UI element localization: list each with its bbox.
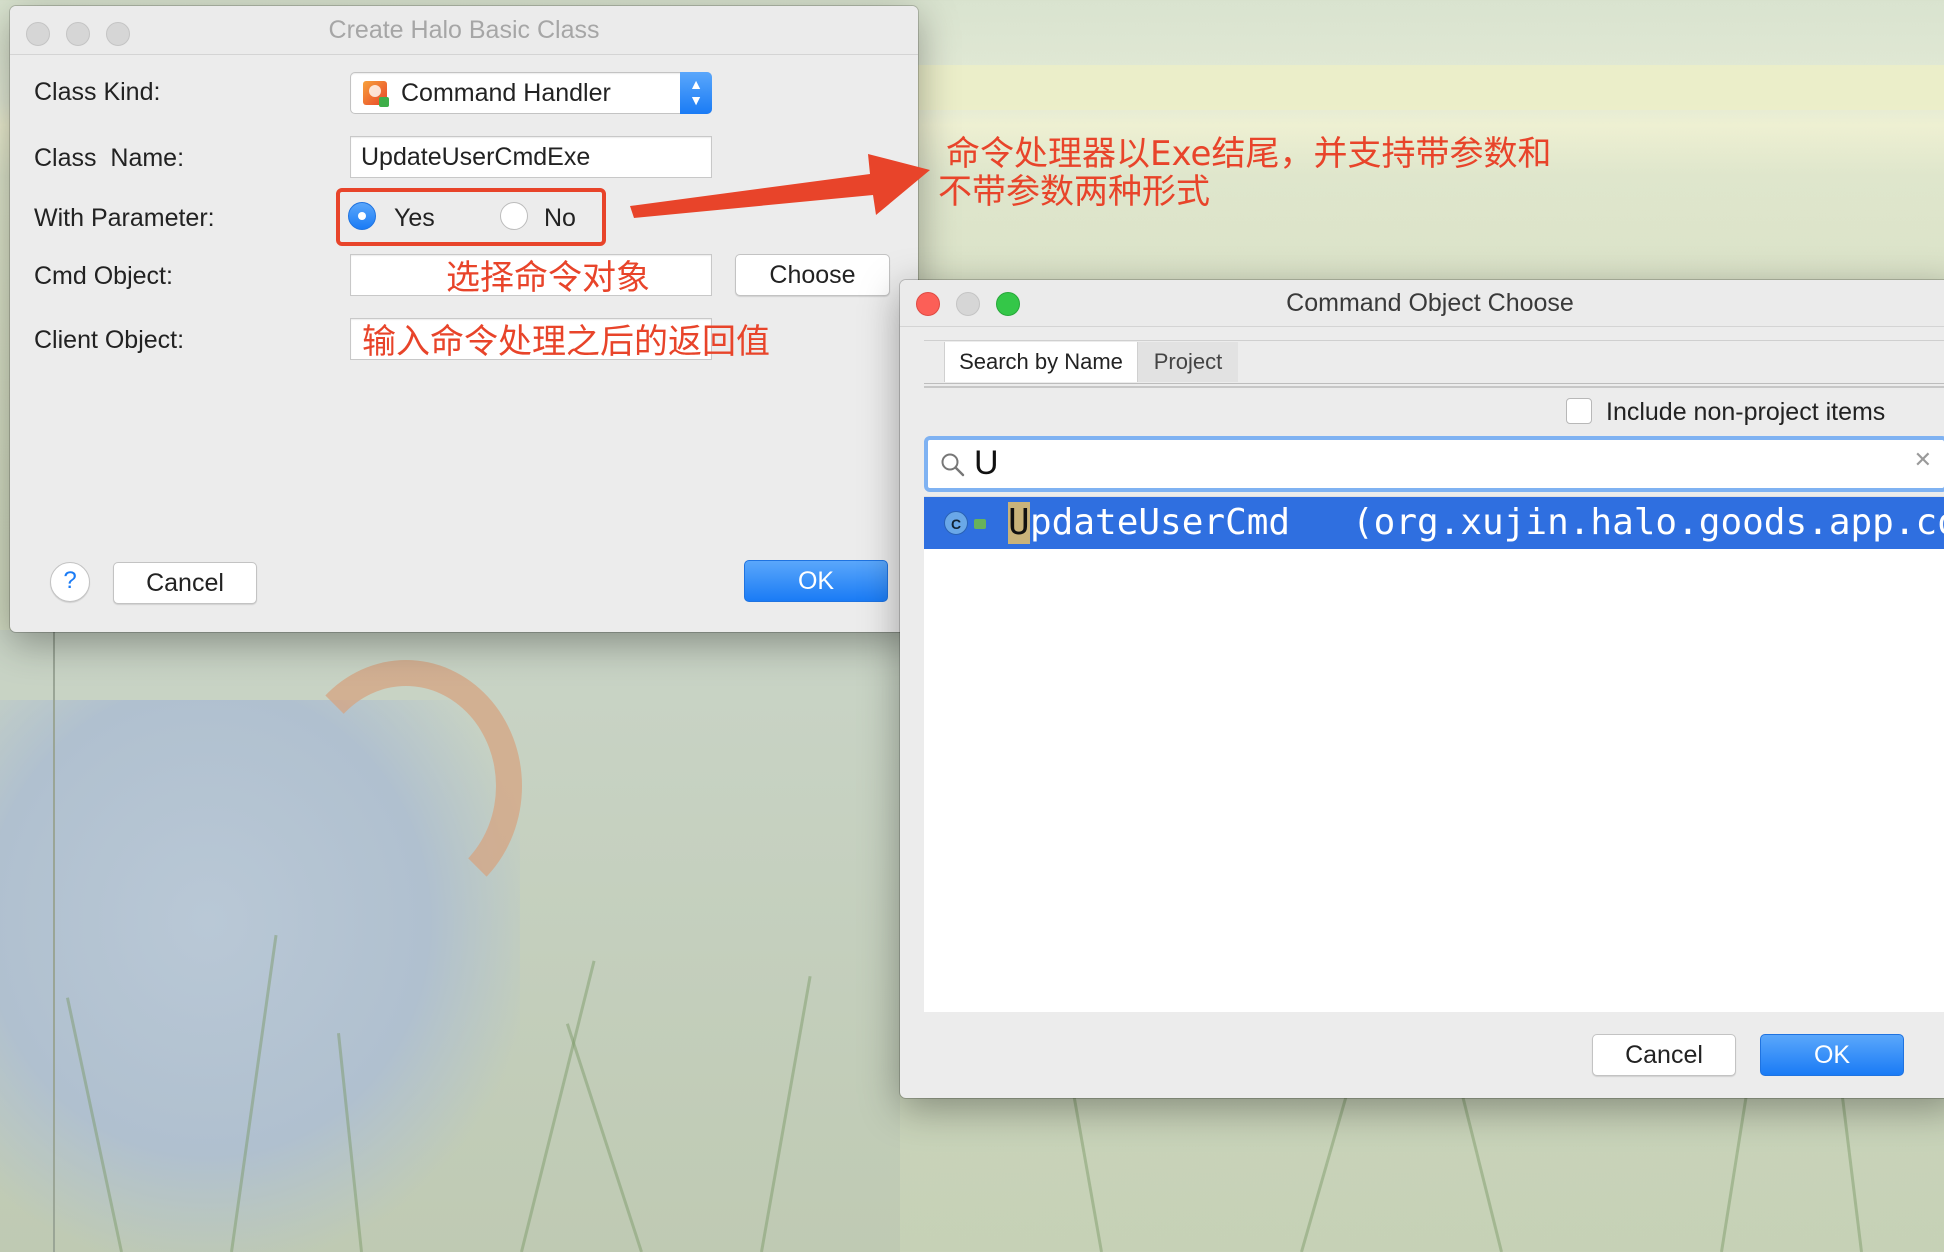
search-field[interactable]: U ✕ [924, 436, 1944, 492]
tab-search-by-name[interactable]: Search by Name [944, 342, 1138, 382]
create-dialog-titlebar: Create Halo Basic Class [10, 6, 918, 55]
background-scarf [290, 660, 522, 912]
result-match-highlight: U [1008, 502, 1030, 544]
with-parameter-label: With Parameter: [34, 204, 215, 232]
search-input-value: U [974, 444, 999, 482]
annotation-top-line2: 不带参数两种形式 [938, 172, 1210, 212]
cmd-object-label: Cmd Object: [34, 262, 173, 290]
chooser-divider [924, 386, 1944, 388]
radio-yes[interactable] [348, 202, 376, 230]
cmd-object-annotation: 选择命令对象 [446, 258, 650, 298]
include-non-project-label[interactable]: Include non-project items [1606, 398, 1885, 427]
cancel-button[interactable]: Cancel [113, 562, 257, 604]
class-name-label: Class Name: [34, 144, 185, 172]
chooser-ok-button[interactable]: OK [1760, 1034, 1904, 1076]
lock-icon [974, 519, 986, 529]
results-list[interactable]: C U pdateUserCmd (org.xujin.halo.goods.a… [924, 496, 1944, 1012]
chooser-titlebar: Command Object Choose [900, 280, 1944, 327]
class-kind-value: Command Handler [401, 79, 611, 107]
search-icon [941, 453, 965, 477]
ok-button[interactable]: OK [744, 560, 888, 602]
result-package: (org.xujin.halo.goods.app.com [1352, 502, 1944, 543]
class-kind-select[interactable]: Command Handler ▲ ▼ [350, 72, 712, 114]
radio-no[interactable] [500, 202, 528, 230]
chevron-updown-icon: ▲ ▼ [680, 72, 712, 114]
background-highlight-strip [900, 65, 1944, 110]
command-object-choose-dialog: Command Object Choose Search by Name Pro… [900, 280, 1944, 1098]
help-icon: ? [63, 567, 77, 594]
radio-no-label[interactable]: No [544, 204, 576, 233]
class-icon: C [944, 511, 968, 535]
result-class-name: pdateUserCmd [1030, 502, 1291, 543]
class-name-value: UpdateUserCmdExe [361, 143, 591, 171]
include-non-project-checkbox[interactable] [1566, 398, 1592, 424]
chooser-cancel-button[interactable]: Cancel [1592, 1034, 1736, 1076]
choose-button[interactable]: Choose [735, 254, 890, 296]
clear-search-icon[interactable]: ✕ [1914, 448, 1932, 473]
command-handler-icon [363, 81, 389, 107]
chooser-title: Command Object Choose [1286, 289, 1574, 317]
annotation-arrow [630, 154, 930, 218]
tab-project[interactable]: Project [1138, 342, 1238, 382]
client-object-annotation: 输入命令处理之后的返回值 [362, 322, 770, 362]
radio-yes-label[interactable]: Yes [394, 204, 435, 233]
client-object-label: Client Object: [34, 326, 185, 354]
result-row[interactable]: C U pdateUserCmd (org.xujin.halo.goods.a… [924, 497, 1944, 549]
background-window-edge [53, 630, 55, 1252]
help-button[interactable]: ? [50, 562, 90, 602]
class-kind-label: Class Kind: [34, 78, 161, 106]
create-dialog-title: Create Halo Basic Class [328, 16, 600, 44]
